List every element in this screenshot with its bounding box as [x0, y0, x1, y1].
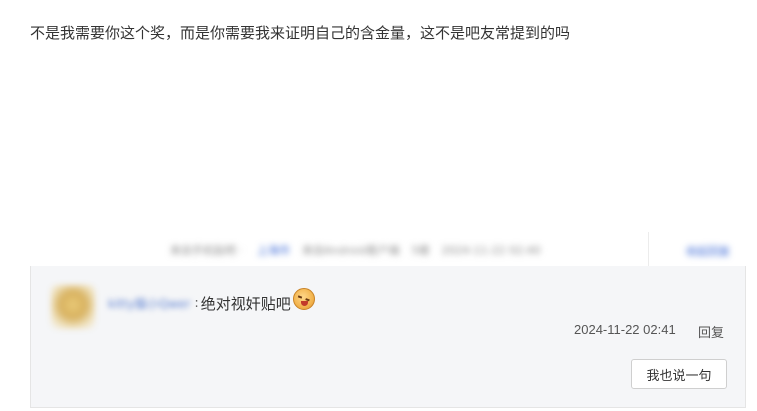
reply-button[interactable]: 回复 [698, 322, 724, 341]
angry-face-emoji-icon [292, 288, 315, 310]
say-something-button[interactable]: 我也说一句 [631, 359, 727, 389]
post-time: 2024-11-22 02:40 [441, 243, 541, 257]
divider [648, 232, 649, 266]
reply-item: kitty猫小Qwer : 绝对视奸贴吧 [108, 288, 315, 314]
post-content: 不是我需要你这个奖，而是你需要我来证明自己的含金量，这不是吧友常提到的吗 [30, 24, 571, 42]
reply-timestamp: 2024-11-22 02:41 [574, 322, 676, 337]
collapse-reply-link[interactable]: 收起回复 [686, 243, 730, 259]
post-client: 来自Android客户端 [302, 244, 400, 257]
reply-text: 绝对视奸贴吧 [200, 294, 291, 313]
reply-username[interactable]: kitty猫小Qwer [108, 295, 190, 312]
reply-colon: : [194, 295, 199, 311]
post-floor: 5楼 [411, 244, 430, 257]
post-meta: 来自手机贴吧 · 上海市 来自Android客户端 5楼 2024-11-22 … [170, 236, 748, 264]
avatar[interactable] [51, 285, 95, 329]
post-location-link[interactable]: 上海市 [257, 242, 290, 258]
post-source: 来自手机贴吧 · [170, 244, 243, 257]
